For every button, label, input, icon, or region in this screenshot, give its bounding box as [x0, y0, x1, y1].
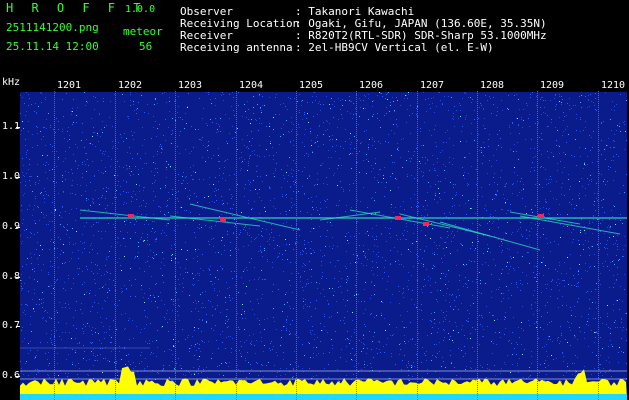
x-tick-label: 1210: [601, 80, 626, 91]
spectrogram: [20, 92, 627, 400]
x-tick-label: 1201: [57, 80, 82, 91]
x-tick-label: 1203: [178, 80, 203, 91]
time-gridline: [537, 91, 538, 400]
x-tick-label: 1204: [239, 80, 264, 91]
x-tick-label: 1207: [420, 80, 445, 91]
date-time: 25.11.14 12:00: [6, 40, 99, 53]
x-tick-label: 1205: [299, 80, 324, 91]
meteor-hotspot: [423, 222, 429, 226]
header-panel: H R O F F T 1.0.0 2511141200.png meteor …: [0, 0, 629, 76]
meteor-hotspot: [395, 216, 401, 220]
y-axis-unit: kHz: [2, 77, 21, 88]
time-gridline: [356, 91, 357, 400]
time-gridline: [598, 91, 599, 400]
meteor-hotspot: [128, 214, 134, 218]
meteor-hotspot: [220, 218, 226, 222]
time-gridline: [417, 91, 418, 400]
meteor-count: 56: [139, 40, 153, 53]
mode-label: meteor: [123, 25, 163, 38]
time-gridline: [477, 91, 478, 400]
x-tick-label: 1206: [359, 80, 384, 91]
x-tick-label: 1209: [540, 80, 565, 91]
spectrogram-canvas: [20, 92, 627, 400]
level-baseline: [20, 394, 627, 400]
time-gridline: [296, 91, 297, 400]
antenna-value: : 2el-HB9CV Vertical (el. E-W): [295, 41, 494, 54]
x-tick-label: 1202: [118, 80, 143, 91]
time-gridline: [115, 91, 116, 400]
time-gridline: [54, 91, 55, 400]
meteor-hotspot: [538, 214, 544, 218]
file-name: 2511141200.png: [6, 21, 99, 34]
antenna-label: Receiving antenna: [180, 41, 293, 54]
time-gridline: [236, 91, 237, 400]
time-gridline: [175, 91, 176, 400]
x-tick-label: 1208: [480, 80, 505, 91]
app-version: 1.0.0: [125, 4, 156, 15]
